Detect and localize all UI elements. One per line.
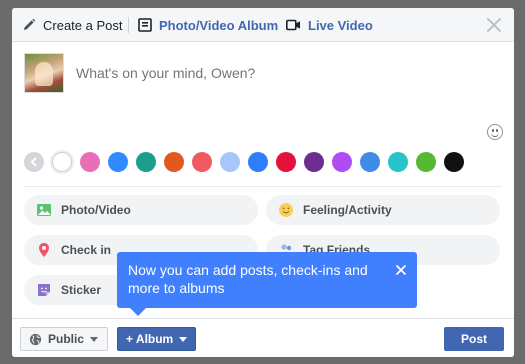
tab-create-post-label: Create a Post [43,17,123,33]
globe-icon [29,333,42,345]
sticker-label: Sticker [61,283,102,297]
album-button-label: + Album [126,332,174,346]
caret-down-icon [179,336,188,342]
photo-video-button[interactable]: Photo/Video [24,195,258,225]
emoji-icon[interactable] [487,124,503,140]
background-color-swatch[interactable] [388,152,408,172]
sticker-icon [38,284,50,296]
privacy-selector[interactable]: Public [20,327,108,351]
close-icon[interactable] [395,264,407,276]
chevron-left-icon [30,157,37,167]
background-color-swatch[interactable] [136,152,156,172]
background-color-swatch[interactable] [108,152,128,172]
feeling-activity-label: Feeling/Activity [303,203,392,217]
divider [24,186,502,187]
caret-down-icon [90,336,99,342]
close-icon[interactable] [485,16,503,34]
background-color-swatch[interactable] [220,152,240,172]
smiley-icon [279,203,293,217]
background-color-swatch[interactable] [248,152,268,172]
tooltip-arrow [130,308,146,316]
background-color-swatch[interactable] [164,152,184,172]
post-button[interactable]: Post [444,327,504,351]
tab-live-video[interactable]: Live Video [286,8,373,42]
tab-live-video-label: Live Video [308,17,373,33]
background-color-swatch[interactable] [444,152,464,172]
check-in-label: Check in [61,243,112,257]
video-camera-icon [286,19,300,31]
tab-photo-video-album-label: Photo/Video Album [159,17,279,33]
swatch-back-button[interactable] [24,152,44,172]
location-pin-icon [39,243,49,257]
tooltip-text: Now you can add posts, check-ins and mor… [128,262,368,296]
composer-tabs: Create a Post Photo/Video Album Live Vid… [12,8,514,42]
background-color-swatch[interactable] [360,152,380,172]
post-composer-input[interactable] [76,65,456,81]
privacy-label: Public [48,332,85,346]
background-color-swatch[interactable] [332,152,352,172]
avatar [24,53,64,93]
album-icon [138,18,152,32]
add-album-button[interactable]: + Album [117,327,196,351]
background-color-swatch[interactable] [304,152,324,172]
feeling-activity-button[interactable]: Feeling/Activity [266,195,500,225]
tab-divider [128,17,129,33]
background-color-swatch[interactable] [276,152,296,172]
composer-footer: Public + Album Post [12,318,514,357]
photo-icon [37,204,51,216]
background-color-swatch[interactable] [80,152,100,172]
background-color-swatch[interactable] [192,152,212,172]
tab-photo-video-album[interactable]: Photo/Video Album [138,8,278,42]
tab-create-post[interactable]: Create a Post [22,8,123,42]
album-tooltip: Now you can add posts, check-ins and mor… [117,252,417,316]
swatch-white[interactable] [52,152,72,172]
pencil-icon [24,18,36,30]
background-color-swatch[interactable] [416,152,436,172]
photo-video-label: Photo/Video [61,203,131,217]
